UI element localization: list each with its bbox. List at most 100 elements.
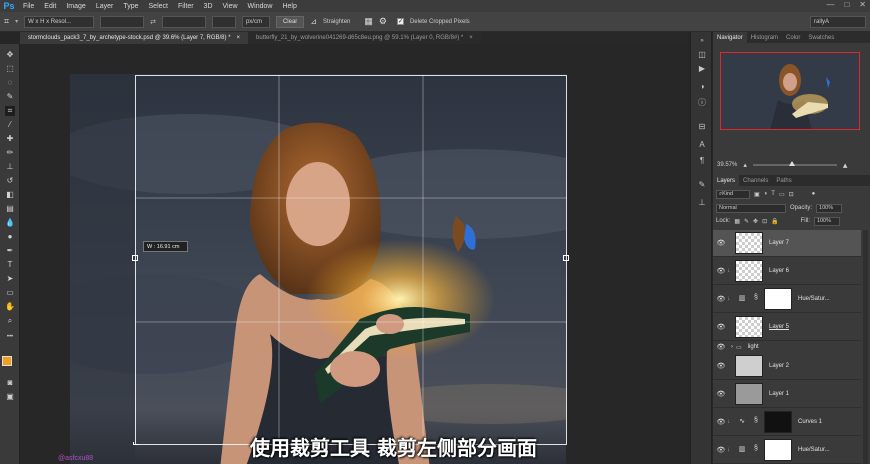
menu-image[interactable]: Image	[61, 3, 90, 10]
menu-view[interactable]: View	[218, 3, 243, 10]
layer-row-layer-2[interactable]: 👁 Layer 2	[713, 353, 861, 380]
quick-select-tool-icon[interactable]: ✎	[5, 92, 15, 102]
screen-mode-icon[interactable]: ▣	[5, 392, 15, 402]
marquee-tool-icon[interactable]: ⬚	[5, 64, 15, 74]
navigator-view-rectangle[interactable]	[720, 52, 860, 130]
gradient-tool-icon[interactable]: ▤	[5, 204, 15, 214]
zoom-slider-knob[interactable]	[788, 161, 795, 166]
height-input[interactable]	[161, 15, 206, 28]
straighten-icon[interactable]: ⊿	[310, 17, 317, 26]
hand-tool-icon[interactable]: ✋	[5, 302, 15, 312]
swap-icon[interactable]: ⇄	[150, 18, 156, 26]
pen-tool-icon[interactable]: ✒	[5, 246, 15, 256]
fill-input[interactable]: 100%	[813, 216, 840, 226]
layer-name[interactable]: Hue/Satur...	[798, 296, 830, 302]
tab-paths[interactable]: Paths	[772, 175, 795, 186]
adjustment-filter-icon[interactable]: ◑	[764, 191, 768, 197]
menu-edit[interactable]: Edit	[39, 3, 61, 10]
menu-3d[interactable]: 3D	[199, 3, 218, 10]
quick-mask-icon[interactable]: ◙	[5, 378, 15, 388]
collapse-panels-icon[interactable]: »	[697, 36, 707, 46]
zoom-tool-icon[interactable]: ⌕	[5, 316, 15, 326]
close-window-button[interactable]: ✕	[859, 0, 866, 9]
brush-tool-icon[interactable]: ✏	[5, 148, 15, 158]
zoom-slider[interactable]	[752, 161, 837, 166]
tab-swatches[interactable]: Swatches	[804, 32, 838, 43]
layers-scrollbar[interactable]	[863, 230, 868, 464]
resolution-input[interactable]	[211, 15, 236, 28]
opacity-input[interactable]: 100%	[816, 203, 843, 213]
layer-row-layer-7[interactable]: 👁 Layer 7	[713, 230, 861, 257]
layer-row-layer-1[interactable]: 👁 Layer 1	[713, 381, 861, 408]
layer-name[interactable]: Curves 1	[798, 419, 822, 425]
tab-navigator[interactable]: Navigator	[713, 32, 747, 43]
layer-name[interactable]: light	[748, 344, 759, 350]
maximize-button[interactable]: □	[844, 0, 849, 9]
zoom-in-icon[interactable]: ▴	[843, 160, 848, 171]
delete-cropped-label[interactable]: Delete Cropped Pixels	[410, 19, 470, 25]
delete-cropped-checkbox[interactable]: ✓	[396, 18, 404, 25]
eraser-tool-icon[interactable]: ◧	[5, 190, 15, 200]
path-select-icon[interactable]: ➤	[5, 274, 15, 284]
layer-row-group-light[interactable]: 👁 › ▭ light	[713, 342, 861, 352]
clear-button[interactable]: Clear	[275, 15, 305, 28]
adjustments-icon[interactable]: ◑	[697, 82, 707, 92]
layer-row-layer-6[interactable]: 👁 ↓ Layer 6	[713, 258, 861, 285]
more-tools-icon[interactable]: •••	[5, 332, 15, 342]
layer-row-hue-saturation-2[interactable]: 👁 ↓ ▥ § Hue/Satur...	[713, 437, 861, 464]
character-icon[interactable]: A	[697, 140, 707, 150]
pixel-filter-icon[interactable]: ▣	[754, 191, 760, 198]
foreground-color-swatch[interactable]	[2, 356, 12, 366]
menu-layer[interactable]: Layer	[91, 3, 119, 10]
workspace-select[interactable]: rallyA	[810, 15, 866, 28]
smart-object-filter-icon[interactable]: ⊡	[789, 191, 794, 198]
canvas-area[interactable]	[20, 44, 688, 464]
crop-frame[interactable]	[135, 75, 567, 445]
tab-stormclouds[interactable]: stormclouds_pack3_7_by_archetype-stock.p…	[20, 32, 249, 44]
visibility-eye-icon[interactable]: 👁	[715, 390, 727, 398]
tab-close-icon[interactable]: ×	[469, 35, 473, 41]
crop-tool-icon[interactable]: ⌗	[5, 106, 15, 116]
blur-tool-icon[interactable]: 💧	[5, 218, 15, 228]
straighten-label[interactable]: Straighten	[323, 19, 350, 25]
paragraph-icon[interactable]: ¶	[697, 156, 707, 166]
filter-toggle-icon[interactable]: ●	[812, 191, 816, 197]
tab-color[interactable]: Color	[782, 32, 804, 43]
tool-preset-chevron-icon[interactable]: ▾	[15, 18, 18, 25]
type-filter-icon[interactable]: T	[771, 191, 775, 197]
zoom-out-icon[interactable]: ▴	[743, 161, 747, 169]
blend-mode-select[interactable]: Normal	[716, 203, 786, 213]
menu-select[interactable]: Select	[144, 3, 173, 10]
info-icon[interactable]: ⓘ	[697, 98, 707, 108]
shape-tool-icon[interactable]: ▭	[5, 288, 15, 298]
visibility-eye-icon[interactable]: 👁	[715, 267, 727, 275]
ratio-select[interactable]: W x H x Resol...	[24, 15, 95, 28]
minimize-button[interactable]: —	[826, 0, 834, 9]
crop-tool-icon[interactable]: ⌗	[4, 16, 9, 27]
eyedropper-tool-icon[interactable]: ⁄	[5, 120, 15, 130]
default-colors-icon[interactable]	[3, 348, 7, 352]
shape-filter-icon[interactable]: ▭	[779, 191, 785, 198]
dodge-tool-icon[interactable]: ●	[5, 232, 15, 242]
crop-handle-right[interactable]	[563, 255, 569, 261]
menu-window[interactable]: Window	[243, 3, 278, 10]
layer-row-layer-5[interactable]: 👁 Layer 5	[713, 314, 861, 341]
visibility-eye-icon[interactable]: 👁	[715, 295, 727, 303]
overlay-grid-icon[interactable]: ▦	[364, 16, 373, 27]
menu-help[interactable]: Help	[277, 3, 301, 10]
move-tool-icon[interactable]: ✥	[5, 50, 15, 60]
tab-channels[interactable]: Channels	[739, 175, 772, 186]
zoom-value[interactable]: 39.57%	[717, 162, 737, 168]
tab-layers[interactable]: Layers	[713, 175, 740, 186]
menu-type[interactable]: Type	[118, 3, 143, 10]
width-input[interactable]	[100, 15, 145, 28]
lock-position-icon[interactable]: ✥	[753, 218, 758, 225]
expand-arrow-icon[interactable]: ›	[731, 344, 733, 350]
layer-name[interactable]: Layer 2	[769, 363, 789, 369]
healing-brush-icon[interactable]: ✚	[5, 134, 15, 144]
lock-artboard-icon[interactable]: ⊡	[762, 218, 767, 225]
visibility-eye-icon[interactable]: 👁	[715, 446, 727, 454]
layer-name[interactable]: Hue/Satur...	[798, 447, 830, 453]
lasso-tool-icon[interactable]: ◌	[5, 78, 15, 88]
history-brush-icon[interactable]: ↺	[5, 176, 15, 186]
